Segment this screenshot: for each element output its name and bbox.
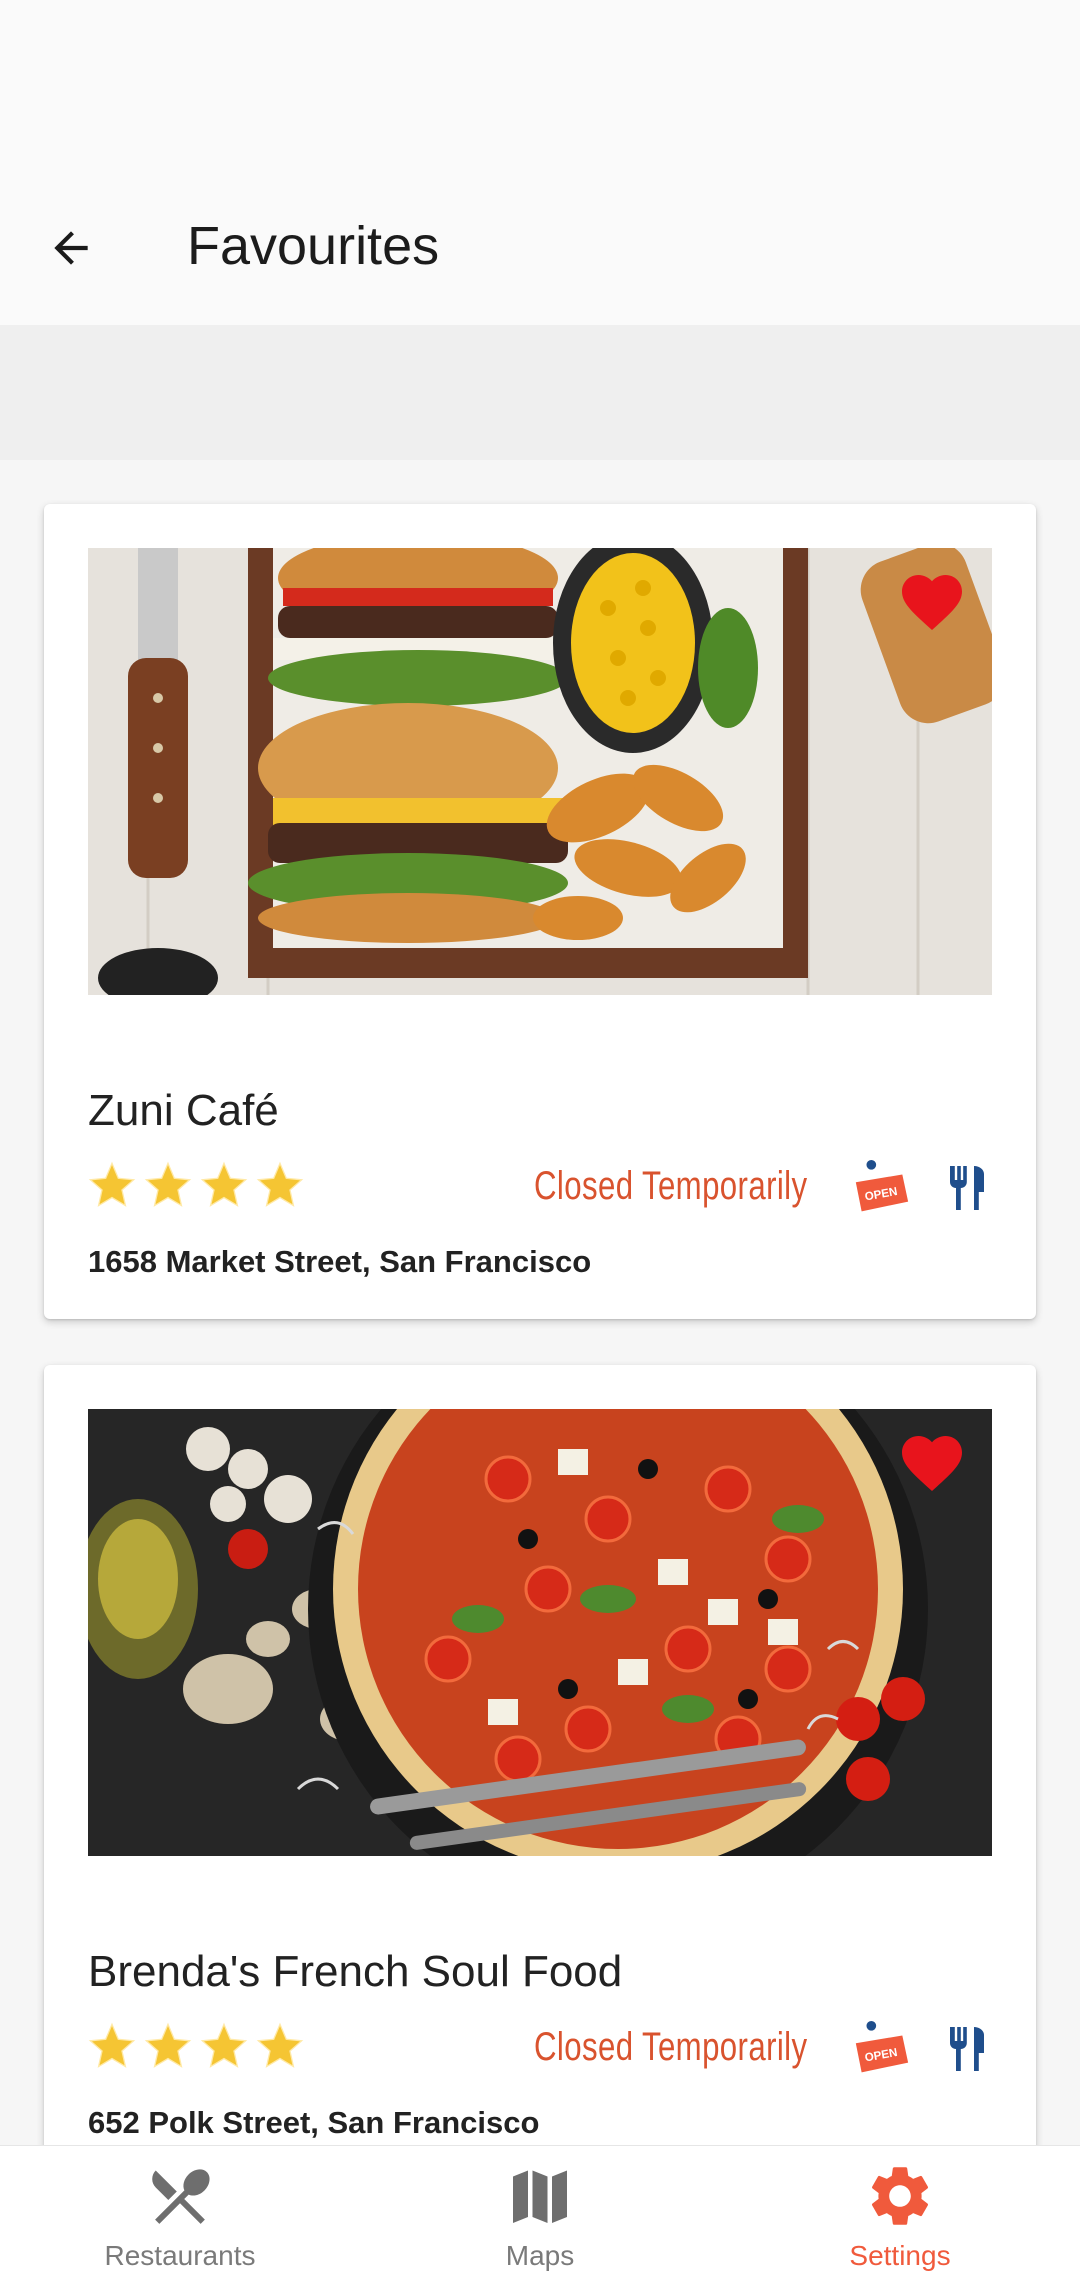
page-title: Favourites	[187, 216, 440, 276]
nav-label: Restaurants	[104, 2240, 256, 2271]
star-icon	[200, 2022, 248, 2068]
nav-restaurants[interactable]: Restaurants	[0, 2146, 360, 2280]
cutlery-icon	[950, 2027, 984, 2071]
restaurant-status: Closed Temporarily	[534, 1164, 808, 1208]
restaurant-address: 652 Polk Street, San Francisco	[88, 2105, 540, 2140]
restaurant-photo	[88, 1409, 992, 1856]
restaurant-address: 1658 Market Street, San Francisco	[88, 1244, 592, 1279]
star-icon	[88, 2022, 136, 2068]
open-sign-icon: OPEN	[855, 2020, 909, 2073]
cutlery-icon	[950, 1166, 984, 1210]
rating-stars	[86, 1159, 306, 1211]
app-bar: Favourites	[0, 175, 1080, 325]
nav-settings[interactable]: Settings	[720, 2146, 1080, 2280]
map-icon	[513, 2170, 567, 2223]
restaurant-status: Closed Temporarily	[534, 2025, 808, 2069]
star-icon	[144, 2022, 192, 2068]
status-bar-area	[0, 0, 1080, 175]
bottom-navigation: Restaurants Maps Settings	[0, 2145, 1080, 2280]
restaurant-card[interactable]: Zuni Café Closed Temporarily OPEN 1658 M…	[44, 504, 1036, 1319]
restaurant-card[interactable]: Brenda's French Soul Food Closed Tempora…	[44, 1365, 1036, 2145]
star-icon	[144, 1161, 192, 1207]
star-icon	[88, 1161, 136, 1207]
header-spacer	[0, 325, 1080, 460]
favourite-heart-icon[interactable]	[892, 566, 972, 638]
nav-maps[interactable]: Maps	[360, 2146, 720, 2280]
back-button[interactable]	[36, 213, 106, 283]
favourites-list[interactable]: Zuni Café Closed Temporarily OPEN 1658 M…	[0, 460, 1080, 2145]
fork-knife-icon	[152, 2169, 210, 2224]
star-icon	[256, 1161, 304, 1207]
nav-label: Maps	[505, 2240, 575, 2271]
arrow-back-icon	[54, 231, 88, 265]
restaurant-name: Brenda's French Soul Food	[88, 1947, 623, 1996]
restaurant-photo	[88, 548, 992, 995]
favourite-heart-icon[interactable]	[892, 1427, 972, 1499]
gear-icon	[871, 2167, 929, 2225]
rating-stars	[86, 2020, 306, 2072]
nav-label: Settings	[849, 2240, 951, 2271]
open-sign-icon: OPEN	[855, 1159, 909, 1212]
star-icon	[256, 2022, 304, 2068]
star-icon	[200, 1161, 248, 1207]
restaurant-name: Zuni Café	[88, 1086, 279, 1135]
